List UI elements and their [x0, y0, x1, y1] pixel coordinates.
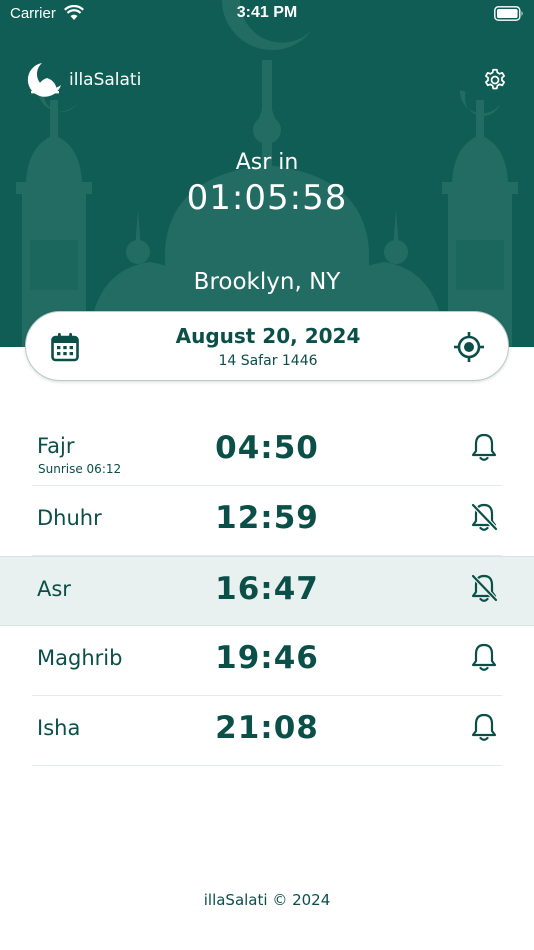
prayer-row-asr[interactable]: Asr 16:47	[0, 556, 534, 626]
prayer-row-fajr[interactable]: Fajr Sunrise 06:12 04:50	[0, 416, 534, 486]
prayer-time: 12:59	[215, 500, 319, 536]
location-label[interactable]: Brooklyn, NY	[0, 269, 534, 295]
battery-icon	[494, 6, 523, 21]
bell-icon[interactable]	[470, 432, 498, 462]
prayer-row-maghrib[interactable]: Maghrib 19:46	[0, 626, 534, 696]
hijri-date: 14 Safar 1446	[218, 353, 318, 369]
prayer-row-dhuhr[interactable]: Dhuhr 12:59	[0, 486, 534, 556]
status-bar: Carrier 3:41 PM	[0, 0, 534, 30]
gregorian-date[interactable]: August 20, 2024	[26, 324, 510, 348]
header-banner: Carrier 3:41 PM illaSalati Asr in 01:05:…	[0, 0, 534, 347]
prayer-time: 21:08	[215, 710, 319, 746]
location-target-icon[interactable]	[453, 331, 485, 363]
countdown-timer: 01:05:58	[186, 178, 348, 218]
app-name: illaSalati	[69, 70, 142, 90]
bell-slash-icon[interactable]	[470, 573, 498, 603]
prayer-time: 04:50	[215, 430, 319, 466]
status-time: 3:41 PM	[236, 4, 298, 21]
prayer-times-list: Fajr Sunrise 06:12 04:50 Dhuhr 12:59 Asr…	[0, 416, 534, 766]
prayer-time: 16:47	[215, 571, 319, 607]
footer-copyright: illaSalati © 2024	[203, 891, 331, 909]
bell-icon[interactable]	[470, 712, 498, 742]
date-selector-card: August 20, 2024 14 Safar 1446	[25, 311, 509, 381]
mosque-logo-icon	[27, 63, 61, 97]
gear-icon[interactable]	[482, 67, 508, 93]
row-divider	[32, 765, 502, 766]
prayer-time: 19:46	[215, 640, 319, 676]
bell-slash-icon[interactable]	[470, 502, 498, 532]
prayer-row-isha[interactable]: Isha 21:08	[0, 696, 534, 766]
next-prayer-label: Asr in	[235, 150, 299, 175]
bell-icon[interactable]	[470, 642, 498, 672]
